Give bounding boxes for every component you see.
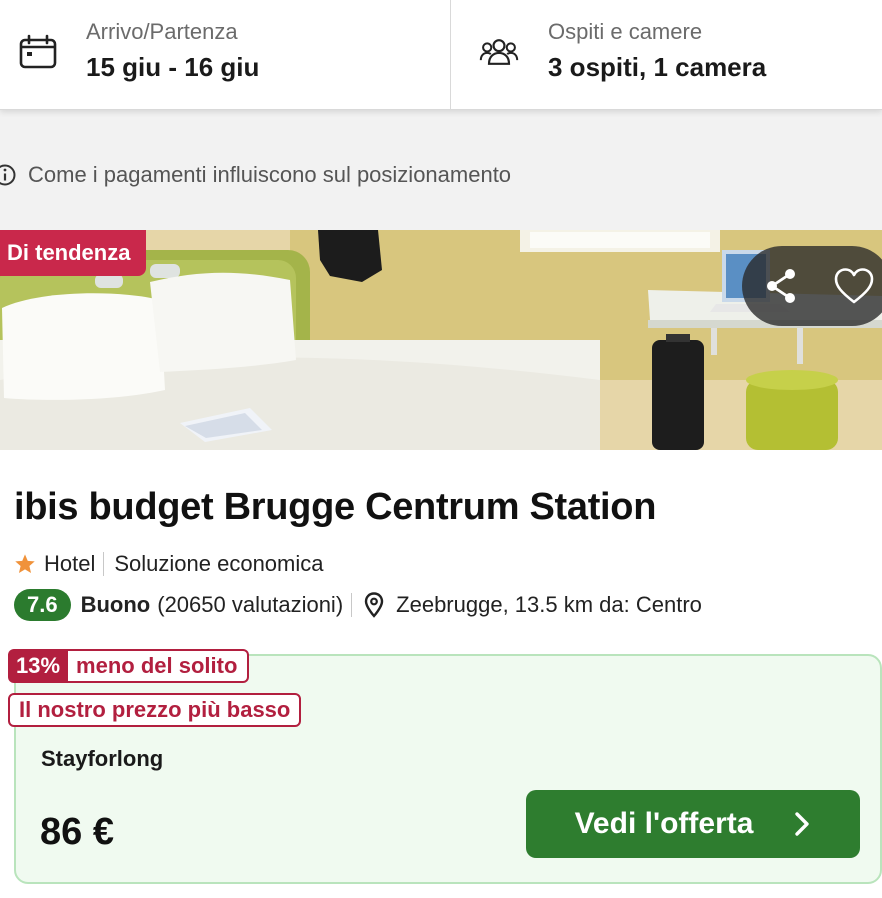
- savings-text: meno del solito: [68, 649, 250, 683]
- guests-label: Ospiti e camere: [548, 19, 703, 44]
- dates-field[interactable]: Arrivo/Partenza 15 giu - 16 giu: [0, 0, 451, 110]
- provider-name: Stayforlong: [41, 746, 164, 771]
- dates-value: 15 giu - 16 giu: [86, 52, 260, 82]
- dates-label: Arrivo/Partenza: [86, 19, 238, 44]
- divider: [103, 552, 105, 576]
- people-icon: [479, 39, 519, 65]
- trending-badge: Di tendenza: [0, 230, 147, 276]
- view-deal-button[interactable]: Vedi l'offerta: [526, 790, 860, 858]
- calendar-icon: [19, 34, 57, 69]
- search-summary-bar: Arrivo/Partenza 15 giu - 16 giu Ospiti e…: [0, 0, 882, 110]
- share-button[interactable]: [756, 262, 808, 310]
- rating-word: Buono: [80, 592, 151, 617]
- rating-row: 7.6 Buono (20650 valutazioni) Zeebrugge,…: [14, 588, 702, 622]
- ranking-info-text: Come i pagamenti influiscono sul posizio…: [28, 162, 512, 187]
- hotel-meta: Hotel Soluzione economica: [14, 549, 324, 579]
- savings-badge: 13% meno del solito: [8, 649, 250, 683]
- hotel-type: Hotel: [44, 551, 96, 576]
- info-icon: [0, 164, 16, 186]
- star-icon: [15, 554, 35, 573]
- heart-icon: [834, 268, 874, 304]
- price: 86 €: [40, 811, 114, 853]
- chevron-right-icon: [795, 812, 810, 836]
- favorite-button[interactable]: [828, 262, 880, 310]
- savings-percent: 13%: [8, 649, 69, 683]
- hotel-category: Soluzione economica: [114, 551, 324, 576]
- ranking-info-link[interactable]: Come i pagamenti influiscono sul posizio…: [0, 160, 511, 190]
- location-text: Zeebrugge, 13.5 km da: Centro: [396, 592, 702, 617]
- lowest-price-badge: Il nostro prezzo più basso: [8, 693, 302, 727]
- guests-field[interactable]: Ospiti e camere 3 ospiti, 1 camera: [451, 0, 882, 110]
- guests-value: 3 ospiti, 1 camera: [548, 52, 767, 82]
- hotel-title[interactable]: ibis budget Brugge Centrum Station: [14, 486, 656, 529]
- rating-score-badge: 7.6: [14, 589, 71, 621]
- review-count: (20650 valutazioni): [157, 592, 344, 617]
- share-icon: [767, 269, 795, 303]
- view-deal-label: Vedi l'offerta: [574, 807, 754, 840]
- divider: [351, 593, 353, 617]
- location-pin-icon: [364, 592, 384, 618]
